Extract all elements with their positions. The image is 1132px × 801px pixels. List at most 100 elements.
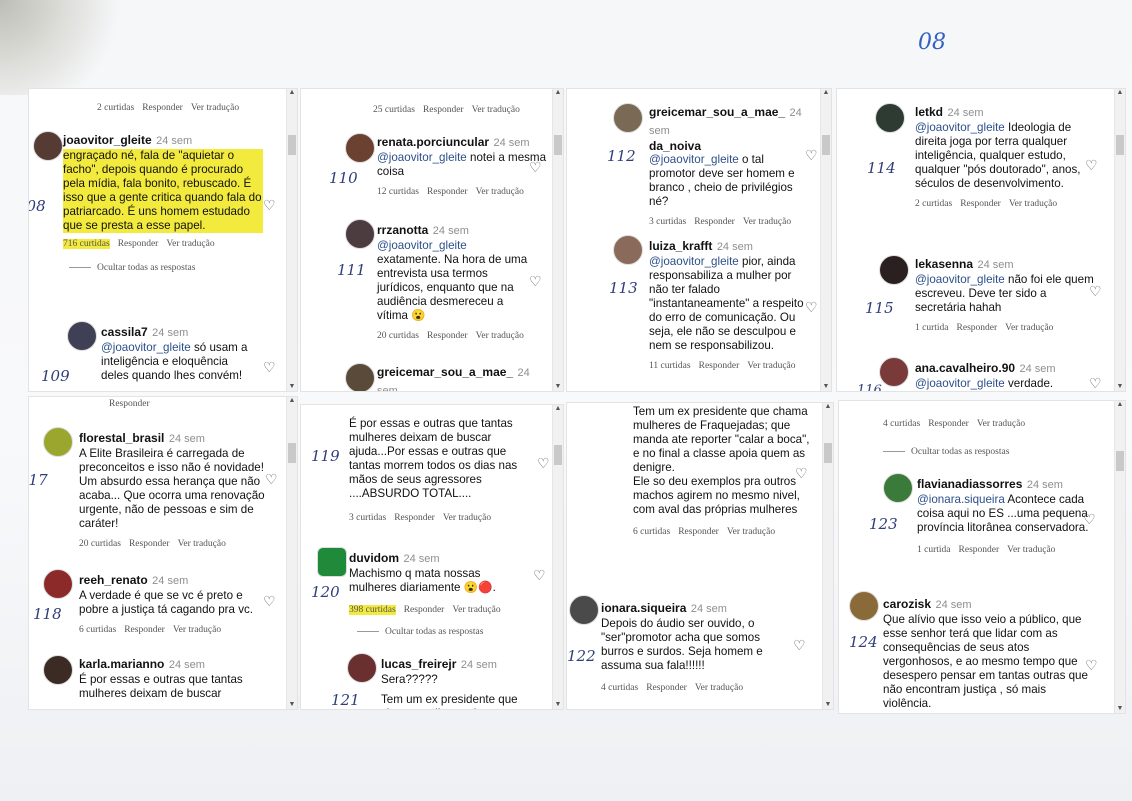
reply-link[interactable]: Responder bbox=[646, 683, 687, 693]
translate-link[interactable]: Ver tradução bbox=[178, 539, 226, 549]
avatar[interactable] bbox=[879, 255, 909, 285]
heart-icon[interactable]: ♡ bbox=[805, 147, 818, 164]
translate-link[interactable]: Ver tradução bbox=[472, 105, 520, 115]
avatar[interactable] bbox=[317, 547, 347, 577]
avatar[interactable] bbox=[345, 219, 375, 249]
username[interactable]: reeh_renato bbox=[79, 573, 148, 587]
reply-link[interactable]: Responder bbox=[694, 217, 735, 227]
likes-count[interactable]: 398 curtidas bbox=[349, 605, 396, 615]
heart-icon[interactable]: ♡ bbox=[1085, 157, 1098, 174]
avatar[interactable] bbox=[67, 321, 97, 351]
mention-link[interactable]: @joaovitor_gleite bbox=[915, 273, 1005, 286]
scrollbar[interactable]: ▲ ▼ bbox=[286, 89, 297, 391]
reply-link[interactable]: Responder bbox=[404, 605, 445, 615]
mention-link[interactable]: @joaovitor_gleite bbox=[377, 151, 467, 164]
reply-link[interactable]: Responder bbox=[427, 187, 468, 197]
avatar[interactable] bbox=[33, 131, 63, 161]
reply-link[interactable]: Responder bbox=[118, 239, 159, 249]
username[interactable]: florestal_brasil bbox=[79, 431, 164, 445]
avatar[interactable] bbox=[849, 591, 879, 621]
translate-link[interactable]: Ver tradução bbox=[476, 187, 524, 197]
avatar[interactable] bbox=[345, 363, 375, 391]
reply-link[interactable]: Responder bbox=[427, 331, 468, 341]
heart-icon[interactable]: ♡ bbox=[793, 637, 806, 654]
avatar[interactable] bbox=[875, 103, 905, 133]
reply-link[interactable]: Responder bbox=[394, 513, 435, 523]
translate-link[interactable]: Ver tradução bbox=[1009, 199, 1057, 209]
username[interactable]: flavianadiassorres bbox=[917, 477, 1022, 491]
scrollbar[interactable]: ▲ ▼ bbox=[820, 89, 831, 391]
heart-icon[interactable]: ♡ bbox=[265, 471, 278, 488]
mention-link[interactable]: @joaovitor_gleite bbox=[377, 239, 467, 252]
heart-icon[interactable]: ♡ bbox=[529, 273, 542, 290]
reply-link[interactable]: Responder bbox=[678, 527, 719, 537]
username[interactable]: lucas_freirejr bbox=[381, 657, 456, 671]
heart-icon[interactable]: ♡ bbox=[263, 593, 276, 610]
scrollbar[interactable]: ▲ ▼ bbox=[1114, 89, 1125, 391]
username[interactable]: joaovitor_gleite bbox=[63, 133, 152, 147]
hide-replies-link[interactable]: Ocultar todas as respostas bbox=[883, 447, 1009, 457]
reply-link[interactable]: Responder bbox=[109, 399, 150, 409]
mention-link[interactable]: @joaovitor_gleite bbox=[101, 341, 191, 354]
translate-link[interactable]: Ver tradução bbox=[476, 331, 524, 341]
heart-icon[interactable]: ♡ bbox=[1085, 657, 1098, 674]
scrollbar[interactable]: ▲ ▼ bbox=[552, 89, 563, 391]
mention-link[interactable]: @joaovitor_gleite bbox=[649, 255, 739, 268]
heart-icon[interactable]: ♡ bbox=[529, 159, 542, 176]
reply-link[interactable]: Responder bbox=[928, 419, 969, 429]
username[interactable]: carozisk bbox=[883, 597, 931, 611]
scrollbar[interactable]: ▲ ▼ bbox=[552, 405, 563, 709]
mention-link[interactable]: @joaovitor_gleite bbox=[649, 153, 739, 166]
mention-link[interactable]: @joaovitor_gleite bbox=[915, 377, 1005, 390]
translate-link[interactable]: Ver tradução bbox=[747, 361, 795, 371]
avatar[interactable] bbox=[43, 427, 73, 457]
reply-link[interactable]: Responder bbox=[699, 361, 740, 371]
reply-link[interactable]: Responder bbox=[957, 323, 998, 333]
avatar[interactable] bbox=[879, 357, 909, 387]
scrollbar[interactable]: ▲ ▼ bbox=[1114, 401, 1125, 713]
avatar[interactable] bbox=[613, 103, 643, 133]
hide-replies-link[interactable]: Ocultar todas as respostas bbox=[69, 263, 263, 273]
translate-link[interactable]: Ver tradução bbox=[452, 605, 500, 615]
username[interactable]: rrzanotta bbox=[377, 223, 428, 237]
heart-icon[interactable]: ♡ bbox=[533, 567, 546, 584]
username[interactable]: ionara.siqueira bbox=[601, 601, 686, 615]
heart-icon[interactable]: ♡ bbox=[795, 465, 808, 482]
username[interactable]: greicemar_sou_a_mae_ bbox=[649, 105, 785, 119]
translate-link[interactable]: Ver tradução bbox=[166, 239, 214, 249]
translate-link[interactable]: Ver tradução bbox=[977, 419, 1025, 429]
translate-link[interactable]: Ver tradução bbox=[695, 683, 743, 693]
heart-icon[interactable]: ♡ bbox=[1089, 283, 1102, 300]
translate-link[interactable]: Ver tradução bbox=[727, 527, 775, 537]
username[interactable]: cassila7 bbox=[101, 325, 148, 339]
username[interactable]: luiza_krafft bbox=[649, 239, 712, 253]
heart-icon[interactable]: ♡ bbox=[263, 359, 276, 376]
heart-icon[interactable]: ♡ bbox=[537, 455, 550, 472]
username[interactable]: karla.marianno bbox=[79, 657, 164, 671]
username[interactable]: lekasenna bbox=[915, 257, 973, 271]
username[interactable]: renata.porciuncular bbox=[377, 135, 489, 149]
likes-count[interactable]: 716 curtidas bbox=[63, 239, 110, 249]
reply-link[interactable]: Responder bbox=[960, 199, 1001, 209]
heart-icon[interactable]: ♡ bbox=[805, 299, 818, 316]
avatar[interactable] bbox=[569, 595, 599, 625]
heart-icon[interactable]: ♡ bbox=[1083, 511, 1096, 528]
avatar[interactable] bbox=[347, 653, 377, 683]
reply-link[interactable]: Responder bbox=[423, 105, 464, 115]
translate-link[interactable]: Ver tradução bbox=[1005, 323, 1053, 333]
username[interactable]: letkd bbox=[915, 105, 943, 119]
hide-replies-link[interactable]: Ocultar todas as respostas bbox=[357, 627, 529, 637]
reply-link[interactable]: Responder bbox=[124, 625, 165, 635]
heart-icon[interactable]: ♡ bbox=[1089, 375, 1102, 391]
scrollbar[interactable]: ▲ ▼ bbox=[286, 397, 297, 709]
username[interactable]: duvidom bbox=[349, 551, 399, 565]
translate-link[interactable]: Ver tradução bbox=[443, 513, 491, 523]
translate-link[interactable]: Ver tradução bbox=[1007, 545, 1055, 555]
avatar[interactable] bbox=[43, 655, 73, 685]
reply-link[interactable]: Responder bbox=[129, 539, 170, 549]
username[interactable]: ana.cavalheiro.90 bbox=[915, 361, 1015, 375]
translate-link[interactable]: Ver tradução bbox=[743, 217, 791, 227]
translate-link[interactable]: Ver tradução bbox=[173, 625, 221, 635]
translate-link[interactable]: Ver tradução bbox=[191, 103, 239, 113]
reply-link[interactable]: Responder bbox=[142, 103, 183, 113]
